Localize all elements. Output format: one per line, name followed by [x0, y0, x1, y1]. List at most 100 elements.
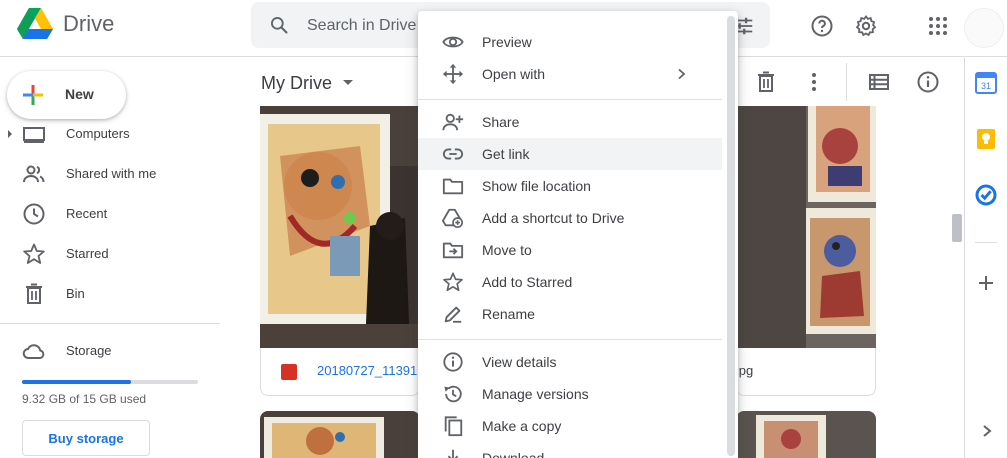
help-icon[interactable] [810, 14, 834, 38]
sidebar-item-label: Computers [66, 126, 130, 141]
menu-item-label: Add a shortcut to Drive [482, 210, 625, 226]
menu-item-label: Make a copy [482, 418, 562, 434]
menu-item-label: Preview [482, 34, 532, 50]
painting-photo-image [736, 411, 876, 458]
menu-item-add-shortcut[interactable]: Add a shortcut to Drive [418, 202, 722, 234]
star-icon [23, 243, 45, 264]
sidebar-item-recent[interactable]: Recent [0, 198, 230, 230]
history-icon [444, 385, 462, 403]
drive-shortcut-icon [442, 208, 463, 228]
menu-item-download[interactable]: Download [418, 442, 722, 458]
sidebar-item-starred[interactable]: Starred [0, 238, 230, 270]
menu-item-add-to-starred[interactable]: Add to Starred [418, 266, 722, 298]
sidebar-item-label: Starred [66, 246, 109, 261]
menu-item-get-link[interactable]: Get link [418, 138, 722, 170]
file-thumbnail[interactable] [736, 411, 876, 458]
menu-item-show-file-location[interactable]: Show file location [418, 170, 722, 202]
menu-item-label: Add to Starred [482, 274, 573, 290]
link-icon [442, 148, 464, 160]
menu-item-label: Get link [482, 146, 530, 162]
menu-item-move-to[interactable]: Move to [418, 234, 722, 266]
sidebar-item-shared-with-me[interactable]: Shared with me [0, 158, 230, 190]
sidebar: New Computers Shared with me Recent Star… [0, 58, 245, 458]
menu-item-rename[interactable]: Rename [418, 298, 722, 330]
move-folder-icon [442, 242, 464, 259]
menu-item-label: Open with [482, 66, 546, 82]
menu-item-label: Move to [482, 242, 532, 258]
tasks-icon[interactable] [975, 184, 997, 206]
cloud-icon [22, 344, 45, 359]
context-menu: Preview Open with Share Get link Show fi… [418, 11, 738, 458]
remove-trash-icon[interactable] [754, 70, 778, 94]
move-arrows-icon [442, 63, 464, 85]
person-add-icon [442, 113, 464, 131]
people-icon [23, 165, 45, 183]
calendar-icon[interactable]: 31 [975, 72, 997, 94]
menu-item-label: Download [482, 450, 545, 458]
buy-storage-button[interactable]: Buy storage [22, 420, 150, 456]
new-button-label: New [65, 86, 94, 102]
menu-divider [418, 99, 722, 100]
star-icon [443, 272, 463, 292]
copy-icon [444, 416, 463, 437]
colorful-plus-icon [23, 85, 43, 105]
menu-item-make-a-copy[interactable]: Make a copy [418, 410, 722, 442]
add-addon-plus-icon[interactable] [977, 274, 995, 292]
eye-icon [442, 36, 464, 48]
file-card-footer[interactable]: 20180727_11391 [260, 348, 420, 396]
painting-photo-image [260, 411, 420, 458]
settings-gear-icon[interactable] [854, 14, 878, 38]
submenu-chevron-right-icon [678, 68, 686, 80]
account-avatar[interactable] [964, 8, 1004, 48]
list-view-icon[interactable] [867, 70, 891, 94]
expand-panel-chevron-icon[interactable] [981, 424, 993, 438]
menu-divider [418, 339, 722, 340]
folder-icon [442, 178, 464, 195]
apps-grid-icon[interactable] [926, 14, 950, 38]
menu-item-label: View details [482, 354, 557, 370]
more-actions-icon[interactable] [802, 70, 826, 94]
trash-icon [26, 283, 42, 304]
sidebar-item-computers[interactable]: Computers [0, 118, 230, 150]
file-card-footer[interactable]: 4.jpg [725, 348, 876, 396]
pencil-icon [444, 306, 462, 323]
new-button[interactable]: New [7, 71, 126, 119]
menu-item-view-details[interactable]: View details [418, 346, 722, 378]
file-thumbnail[interactable] [260, 106, 418, 348]
svg-text:31: 31 [981, 81, 991, 91]
drive-logo-icon[interactable] [17, 8, 53, 40]
main-scrollbar[interactable] [952, 214, 962, 242]
breadcrumb-dropdown-caret-icon[interactable] [343, 80, 353, 85]
storage-label: Storage [66, 343, 112, 358]
toolbar-divider [846, 63, 847, 101]
menu-item-label: Share [482, 114, 520, 130]
rail-divider [975, 242, 997, 243]
expand-caret-icon[interactable] [8, 130, 12, 138]
painting-photo-image [736, 106, 876, 348]
sidebar-item-label: Bin [66, 286, 85, 301]
sidebar-item-label: Recent [66, 206, 108, 221]
sidebar-item-storage[interactable]: Storage [0, 335, 230, 367]
image-file-icon [281, 364, 297, 380]
computer-icon [23, 127, 45, 143]
sidebar-item-bin[interactable]: Bin [0, 278, 230, 310]
context-menu-scrollbar[interactable] [727, 16, 735, 456]
storage-used-text: 9.32 GB of 15 GB used [22, 392, 147, 406]
menu-item-preview[interactable]: Preview [418, 26, 722, 58]
keep-notes-icon[interactable] [975, 128, 997, 150]
sidebar-item-label: Shared with me [66, 166, 157, 181]
file-name: 20180727_11391 [317, 363, 418, 378]
app-brand: Drive [63, 11, 115, 36]
menu-item-share[interactable]: Share [418, 106, 722, 138]
info-icon [443, 352, 463, 372]
clock-icon [23, 203, 45, 225]
search-icon[interactable] [269, 15, 289, 35]
download-icon [447, 449, 459, 458]
breadcrumb-my-drive[interactable]: My Drive [261, 73, 332, 94]
details-info-icon[interactable] [916, 70, 940, 94]
side-panel-rail: 31 [964, 58, 1007, 458]
file-thumbnail[interactable] [736, 106, 876, 348]
menu-item-manage-versions[interactable]: Manage versions [418, 378, 722, 410]
menu-item-open-with[interactable]: Open with [418, 58, 722, 90]
file-thumbnail[interactable] [260, 411, 420, 458]
